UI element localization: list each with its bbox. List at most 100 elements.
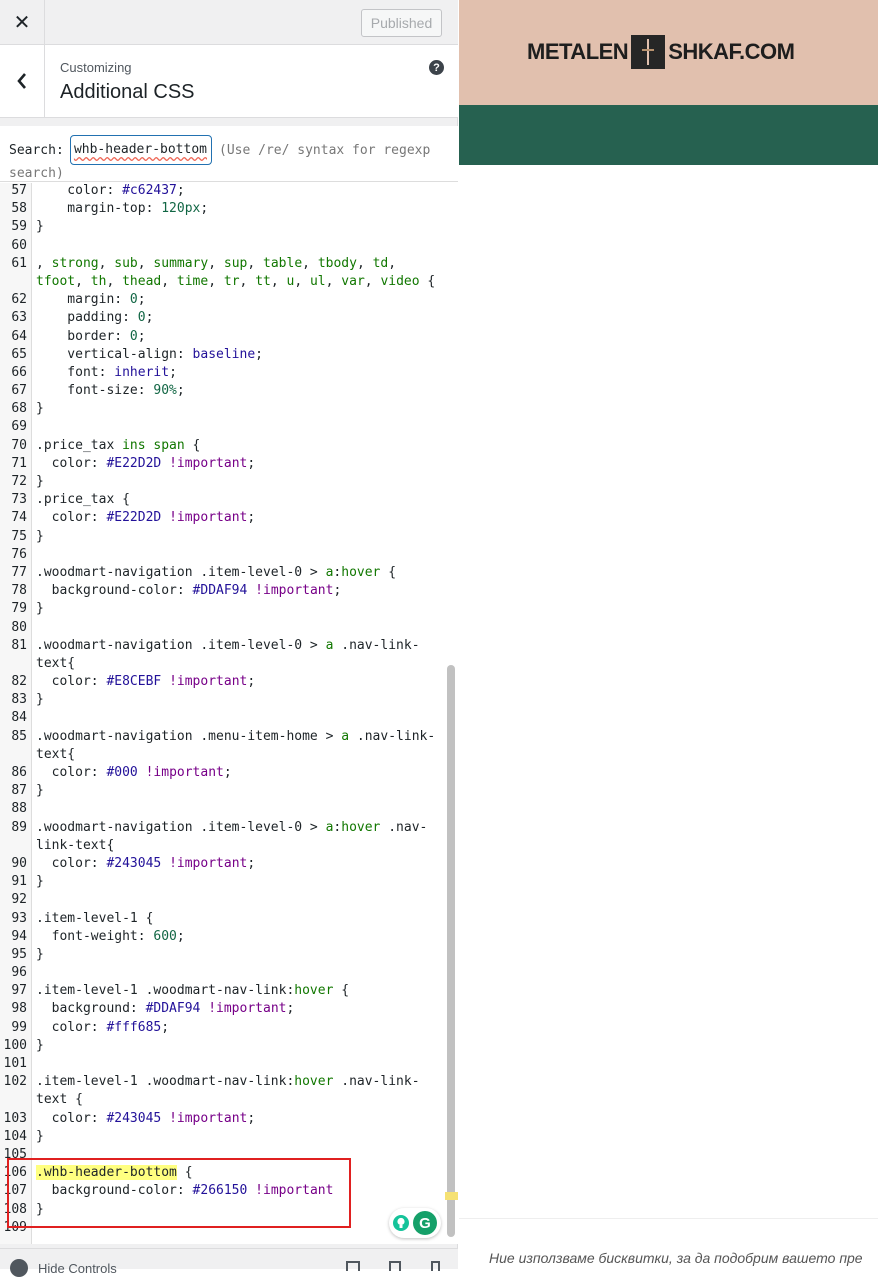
code-line[interactable]: 81 .woodmart-navigation .item-level-0 > a… [0,637,443,655]
code-text: } [36,1037,44,1053]
line-number: 65 [11,346,27,362]
code-line[interactable]: 93 .item-level-1 { [0,910,443,928]
line-number: 79 [11,601,27,617]
code-line[interactable]: 90 color: #243045 !important; [0,855,443,873]
code-line[interactable]: link-text{ [0,837,443,855]
line-number: 80 [11,619,27,635]
code-line[interactable]: 87} [0,782,443,800]
code-line[interactable]: 59} [0,218,443,236]
code-line[interactable]: 79} [0,600,443,618]
code-line[interactable]: 99 color: #fff685; [0,1019,443,1037]
code-line[interactable]: 72} [0,473,443,491]
code-line[interactable]: 101 [0,1055,443,1073]
code-text: link-text{ [36,837,115,853]
code-line[interactable]: 97 .item-level-1 .woodmart-nav-link:hover… [0,982,443,1000]
code-line[interactable]: 71 color: #E22D2D !important; [0,455,443,473]
line-number: 95 [11,946,27,962]
code-text: .woodmart-navigation .menu-item-home > a… [36,728,436,744]
editor-scrollbar[interactable] [447,665,455,1237]
customizer-footer: Hide Controls [0,1248,458,1277]
code-line[interactable]: 58 margin-top: 120px; [0,200,443,218]
tablet-preview-icon[interactable] [389,1261,401,1271]
code-line[interactable]: 86 color: #000 !important; [0,764,443,782]
code-line[interactable]: 77 .woodmart-navigation .item-level-0 > a… [0,564,443,582]
code-line[interactable]: 78 background-color: #DDAF94 !important; [0,582,443,600]
line-number: 101 [3,1056,27,1071]
line-number: 78 [11,583,27,599]
code-line[interactable]: 83} [0,691,443,709]
code-line[interactable]: 68} [0,400,443,418]
code-text: font: inherit; [36,364,177,380]
section-header: Customizing Additional CSS ? [0,45,458,118]
code-line[interactable]: 92 [0,891,443,909]
code-text: } [36,601,44,617]
code-text: color: #fff685; [36,1019,170,1035]
code-line[interactable]: 94 font-weight: 600; [0,928,443,946]
code-line[interactable]: text { [0,1091,443,1109]
code-line[interactable]: text{ [0,655,443,673]
line-number: 83 [11,692,27,708]
code-line[interactable]: 57 color: #c62437; [0,182,443,200]
code-line[interactable]: 62 margin: 0; [0,291,443,309]
code-line[interactable]: 76 [0,546,443,564]
code-text: .woodmart-navigation .item-level-0 > a:h… [36,819,428,835]
code-line[interactable]: 63 padding: 0; [0,309,443,327]
code-line[interactable]: 74 color: #E22D2D !important; [0,509,443,527]
search-input[interactable]: whb-header-bottom [70,135,212,165]
code-line[interactable]: 102 .item-level-1 .woodmart-nav-link:hove… [0,1073,443,1091]
code-line[interactable]: 69 [0,418,443,436]
code-line[interactable]: 96 [0,964,443,982]
line-number: 103 [3,1110,27,1126]
mobile-preview-icon[interactable] [431,1261,440,1271]
code-line[interactable]: 70 .price_tax ins span { [0,437,443,455]
code-line[interactable]: 95} [0,946,443,964]
search-dialog: Search: whb-header-bottom (Use /re/ synt… [0,126,458,182]
code-line[interactable]: 98 background: #DDAF94 !important; [0,1000,443,1018]
code-lines[interactable]: 57 color: #c62437; 58 margin-top: 120px; 5… [0,182,443,1237]
help-icon[interactable]: ? [429,60,444,75]
code-text: vertical-align: baseline; [36,346,263,362]
code-line[interactable]: 75} [0,528,443,546]
line-number: 91 [11,874,27,890]
code-line[interactable]: 91} [0,873,443,891]
grammarly-widget[interactable]: G [389,1208,441,1238]
desktop-preview-icon[interactable] [346,1261,360,1271]
code-line[interactable]: tfoot, th, thead, time, tr, tt, u, ul, v… [0,273,443,291]
code-line[interactable]: 64 border: 0; [0,328,443,346]
code-text: , strong, sub, summary, sup, table, tbod… [36,255,397,271]
publish-button[interactable]: Published [361,9,442,37]
line-number: 58 [11,201,27,217]
site-logo[interactable]: METALEN SHKAF.COM [527,35,795,69]
code-line[interactable]: 88 [0,800,443,818]
code-line[interactable]: 89 .woodmart-navigation .item-level-0 > a… [0,819,443,837]
code-line[interactable]: 103 color: #243045 !important; [0,1110,443,1128]
code-line[interactable]: 73 .price_tax { [0,491,443,509]
code-line[interactable]: 84 [0,709,443,727]
grammarly-icon: G [413,1211,437,1235]
code-line[interactable]: 104} [0,1128,443,1146]
code-line[interactable]: 80 [0,619,443,637]
code-text: border: 0; [36,328,146,344]
code-line[interactable]: 100} [0,1037,443,1055]
code-line[interactable]: 66 font: inherit; [0,364,443,382]
css-code-editor[interactable]: 57 color: #c62437; 58 margin-top: 120px; 5… [0,126,458,1244]
hide-controls-icon[interactable] [10,1259,28,1277]
code-line[interactable]: 82 color: #E8CEBF !important; [0,673,443,691]
code-line[interactable]: 60 [0,237,443,255]
line-number: 98 [11,1001,27,1017]
code-line[interactable]: 65 vertical-align: baseline; [0,346,443,364]
line-number: 100 [3,1037,27,1053]
code-text: color: #000 !important; [36,765,232,780]
preview-header-bottom [459,105,878,165]
close-customizer-button[interactable]: ✕ [0,0,45,44]
code-line[interactable]: 67 font-size: 90%; [0,382,443,400]
code-line[interactable]: 61 , strong, sub, summary, sup, table, tb… [0,255,443,273]
code-text: color: #E22D2D !important; [36,510,256,526]
code-text: color: #243045 !important; [36,855,256,871]
line-number: 94 [11,928,27,944]
code-text: .price_tax ins span { [36,437,201,453]
code-line[interactable]: text{ [0,746,443,764]
code-line[interactable]: 85 .woodmart-navigation .menu-item-home >… [0,728,443,746]
back-button[interactable] [0,45,45,117]
line-number: 102 [3,1074,27,1090]
